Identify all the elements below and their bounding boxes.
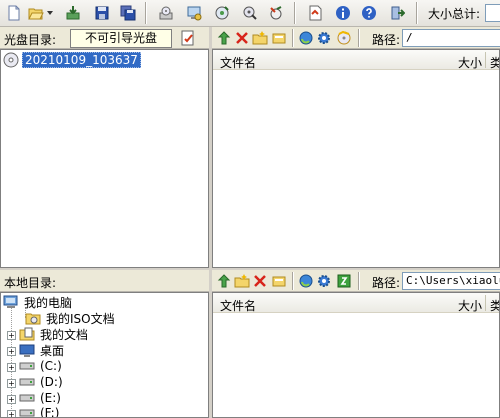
info-icon[interactable] [333, 3, 353, 23]
cd-tree-pane: 20210109_103637 [0, 49, 209, 268]
save-as-icon[interactable] [118, 3, 138, 23]
iso-folder-icon [25, 313, 41, 325]
open-dropdown-icon[interactable] [47, 11, 53, 15]
cd-view-icon[interactable] [336, 30, 352, 46]
exit-icon[interactable] [387, 3, 407, 23]
local-path-field[interactable]: C:\Users\xiaoluo\ [402, 272, 500, 290]
column-filename[interactable]: 文件名 [220, 54, 256, 71]
column-divider[interactable] [485, 295, 486, 311]
expand-icon[interactable]: + [7, 395, 16, 404]
size-total-field [485, 4, 500, 22]
local-file-toolbar: 路径: C:\Users\xiaoluo\ [212, 270, 500, 292]
tree-label: 我的电脑 [24, 295, 73, 310]
drive-icon [19, 378, 35, 386]
local-sync-icon[interactable] [336, 273, 352, 289]
column-type[interactable]: 类 [490, 297, 499, 314]
local-refresh-icon[interactable] [298, 273, 314, 289]
size-total-label: 大小总计: [428, 7, 481, 21]
properties-icon[interactable] [184, 3, 204, 23]
expand-icon[interactable]: + [7, 331, 16, 340]
cd-file-toolbar: 路径: / [212, 27, 500, 49]
extract-icon[interactable] [63, 3, 83, 23]
tree-node-drive-f[interactable]: (F:) [19, 405, 61, 418]
toolbar-separator [416, 2, 418, 24]
computer-icon [3, 295, 18, 308]
local-path-label: 路径: [372, 276, 401, 290]
local-directory-label: 本地目录: [4, 276, 57, 290]
local-up-level-icon[interactable] [216, 273, 232, 289]
up-level-icon[interactable] [216, 30, 232, 46]
expand-icon[interactable]: + [7, 410, 16, 417]
drive-icon [19, 394, 35, 402]
tree-node-my-computer[interactable]: 我的电脑 [3, 294, 74, 310]
boot-status-field[interactable]: 不可引导光盘 [70, 29, 172, 48]
tree-node-drive-c[interactable]: (C:) [19, 358, 64, 374]
cd-path-label: 路径: [372, 33, 401, 47]
tree-label: (D:) [40, 375, 63, 389]
drive-icon [19, 362, 35, 370]
toolbar-separator [358, 272, 360, 290]
toolbar-separator [292, 272, 294, 290]
local-file-list-header: 文件名 大小 类 [213, 293, 499, 313]
open-folder-icon[interactable] [26, 3, 46, 23]
tree-node-desktop[interactable]: 桌面 [19, 342, 66, 358]
tree-label: (F:) [40, 406, 60, 418]
tree-node-drive-d[interactable]: (D:) [19, 374, 65, 390]
tree-node-my-documents[interactable]: 我的文档 [19, 326, 90, 342]
local-file-list: 文件名 大小 类 [212, 292, 500, 418]
compress-icon[interactable] [212, 3, 232, 23]
cd-root-node[interactable]: 20210109_103637 [3, 52, 141, 68]
help-icon[interactable] [359, 3, 379, 23]
local-rename-icon[interactable] [271, 273, 287, 289]
tree-label: 桌面 [40, 343, 65, 358]
toolbar-separator [294, 2, 296, 24]
new-file-icon[interactable] [4, 3, 24, 23]
column-filename[interactable]: 文件名 [220, 297, 256, 314]
cd-file-list: 文件名 大小 类 [212, 49, 500, 268]
main-toolbar: 大小总计: [0, 0, 500, 27]
save-icon[interactable] [92, 3, 112, 23]
drive-icon [19, 409, 35, 417]
local-delete-icon[interactable] [252, 273, 268, 289]
tree-label: (C:) [40, 359, 62, 373]
tree-node-my-iso-docs[interactable]: 我的ISO文档 [25, 310, 117, 326]
tree-label: 我的ISO文档 [46, 311, 115, 326]
local-settings-gear-icon[interactable] [316, 273, 332, 289]
burn-disc-icon[interactable] [156, 3, 176, 23]
expand-icon[interactable]: + [7, 379, 16, 388]
cd-directory-label: 光盘目录: [4, 33, 57, 47]
cd-file-list-header: 文件名 大小 类 [213, 50, 499, 70]
local-tree-pane: 我的电脑 我的ISO文档 + 我的文档 + 桌面 + (C:) + (D:) +… [0, 292, 209, 418]
column-size[interactable]: 大小 [458, 54, 482, 71]
refresh-icon[interactable] [298, 30, 314, 46]
expand-icon[interactable]: + [7, 363, 16, 372]
rename-icon[interactable] [271, 30, 287, 46]
mount-icon[interactable] [305, 3, 325, 23]
cd-panel-header: 光盘目录: 不可引导光盘 [0, 27, 209, 49]
expand-icon[interactable]: + [7, 347, 16, 356]
local-new-folder-icon[interactable] [234, 273, 250, 289]
column-type[interactable]: 类 [490, 54, 499, 71]
toolbar-separator [292, 29, 294, 47]
toolbar-separator [145, 2, 147, 24]
documents-folder-icon [19, 327, 35, 341]
disc-icon [3, 52, 19, 68]
desktop-icon [19, 344, 35, 357]
cd-path-field[interactable]: / [402, 29, 500, 47]
tree-label: 我的文档 [40, 327, 89, 342]
find-disc-icon[interactable] [240, 3, 260, 23]
tree-node-drive-e[interactable]: (E:) [19, 390, 63, 406]
edit-boot-icon[interactable] [180, 30, 196, 46]
settings-gear-icon[interactable] [316, 30, 332, 46]
local-panel-header: 本地目录: [0, 270, 209, 292]
delete-icon[interactable] [234, 30, 250, 46]
vertical-splitter[interactable] [209, 27, 212, 418]
new-folder-icon[interactable] [252, 30, 268, 46]
column-size[interactable]: 大小 [458, 297, 482, 314]
column-divider[interactable] [485, 52, 486, 68]
toolbar-separator [358, 29, 360, 47]
tree-label: (E:) [40, 391, 61, 405]
tools-icon[interactable] [266, 3, 286, 23]
cd-root-label: 20210109_103637 [22, 52, 141, 68]
